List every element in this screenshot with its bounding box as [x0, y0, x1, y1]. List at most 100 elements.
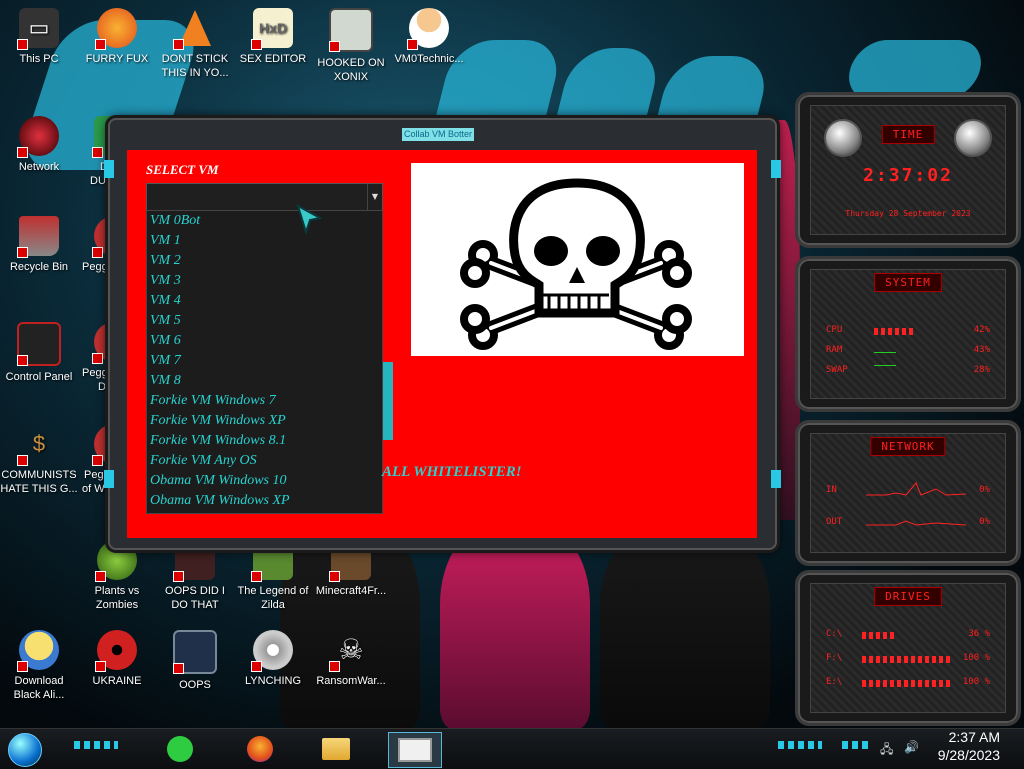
row-label: C:\ [826, 629, 843, 639]
network-tray-icon[interactable]: 🖧 [880, 740, 893, 761]
row-value: 28% [973, 365, 990, 375]
firefox-icon [95, 8, 137, 50]
vm-option[interactable]: VM 8 [147, 371, 382, 391]
desktop-icon-download-black[interactable]: Download Black Ali... [0, 630, 78, 702]
ram-row: RAM 43% [826, 345, 990, 359]
row-label: CPU [826, 325, 843, 335]
taskbar: 🖧 🔊 2:37 AM 9/28/2023 [0, 728, 1024, 769]
swap-bar [874, 365, 896, 366]
desktop-icon-oops[interactable]: OOPS [156, 630, 234, 692]
desktop-icon-furry-fux[interactable]: FURRY FUX [78, 8, 156, 66]
vm-option[interactable]: VM 0Bot [147, 211, 382, 231]
row-value: 0% [979, 485, 990, 495]
note-icon [167, 736, 193, 762]
desktop-icon-control-panel[interactable]: Control Panel [0, 322, 78, 384]
taskbar-clock-time[interactable]: 2:37 AM [949, 729, 1000, 745]
system-gadget: SYSTEM CPU 42% RAM 43% SWAP 28% [795, 256, 1021, 412]
desktop-icon-recycle-bin[interactable]: Recycle Bin [0, 216, 78, 274]
volume-icon[interactable]: 🔊 [904, 740, 919, 754]
vm-option[interactable]: Obama VM Windows 10 [147, 471, 382, 491]
obscured-button[interactable] [383, 362, 393, 440]
taskbar-firefox[interactable] [238, 732, 282, 766]
desktop-icon-communists[interactable]: $ COMMUNISTS HATE THIS G... [0, 424, 78, 496]
desktop-icon-zilda[interactable]: The Legend of Zilda [234, 540, 312, 612]
taskbar-notes-app[interactable] [158, 732, 202, 766]
drive-c-row: C:\ 36 % [826, 629, 990, 643]
alien-head-icon [824, 119, 862, 157]
network-icon [17, 116, 59, 158]
row-value: 42% [973, 325, 990, 335]
row-value: 100 % [962, 653, 990, 663]
recycle-bin-icon [17, 216, 59, 258]
desktop-icon-dont-stick[interactable]: DONT STICK THIS IN YO... [156, 8, 234, 80]
vm-option[interactable]: VM 5 [147, 311, 382, 331]
desktop-icon-this-pc[interactable]: ▭ This PC [0, 8, 78, 66]
skull-image-panel [411, 163, 744, 356]
vm-option[interactable]: VM 6 [147, 331, 382, 351]
desktop-icon-sex-editor[interactable]: HxD SEX EDITOR [234, 8, 312, 66]
collab-vm-botter-window[interactable]: Collab VM Botter SELECT VM ▼ VM 0Bot VM … [104, 118, 781, 550]
star-butterfly-icon [17, 630, 59, 672]
desktop-icon-ukraine[interactable]: UKRAINE [78, 630, 156, 688]
row-label: RAM [826, 345, 843, 355]
whitelister-label: ALL WHITELISTER! [382, 464, 522, 480]
desktop-icon-network[interactable]: Network [0, 116, 78, 174]
taskbar-collab-vm-botter[interactable] [388, 732, 442, 768]
drives-gadget: DRIVES C:\ 36 % F:\ 100 % E:\ 100 % [795, 570, 1021, 726]
doctor-icon [407, 8, 449, 50]
network-gadget: NETWORK IN 0% OUT 0% [795, 420, 1021, 566]
taskbar-deco [842, 741, 872, 749]
vm-option[interactable]: VM 2 [147, 251, 382, 271]
vm-select-dropdown[interactable]: ▼ [146, 183, 383, 211]
start-button[interactable] [8, 733, 42, 767]
vm-option[interactable]: VM 7 [147, 351, 382, 371]
desktop-icon-lynching[interactable]: LYNCHING [234, 630, 312, 688]
folder-icon [322, 738, 350, 760]
drive-bar [862, 632, 894, 639]
vm-option[interactable]: Forkie VM Windows 7 [147, 391, 382, 411]
wallpaper-figure [600, 520, 770, 728]
network-in-graph [866, 482, 966, 496]
icon-label: Download Black Ali... [13, 675, 65, 701]
desktop-icon-plants-vs-zombies[interactable]: Plants vs Zombies [78, 540, 156, 612]
vm-option[interactable]: Forkie VM Any OS [147, 451, 382, 471]
row-label: SWAP [826, 365, 848, 375]
chevron-down-icon[interactable]: ▼ [367, 184, 382, 210]
desktop-icon-hooked-on-xonix[interactable]: HOOKED ON XONIX [312, 8, 390, 84]
row-value: 0% [979, 517, 990, 527]
skull-icon: ☠ [329, 630, 371, 672]
vm-option[interactable]: Forkie VM Windows XP [147, 411, 382, 431]
radiation-icon [95, 630, 137, 672]
wallpaper-letter [842, 40, 988, 100]
taskbar-clock-date[interactable]: 9/28/2023 [938, 747, 1000, 763]
icon-label: COMMUNISTS HATE THIS G... [0, 469, 78, 495]
taskbar-file-explorer[interactable] [314, 732, 358, 766]
vm-options-list[interactable]: VM 0Bot VM 1 VM 2 VM 3 VM 4 VM 5 VM 6 VM… [146, 210, 383, 514]
row-value: 100 % [962, 677, 990, 687]
row-value: 43% [973, 345, 990, 355]
desktop-icon-oops-did-i[interactable]: OOPS DID I DO THAT [156, 540, 234, 612]
icon-label: The Legend of Zilda [237, 585, 309, 611]
window-deco [771, 160, 781, 178]
system-title: SYSTEM [874, 273, 942, 292]
wallpaper-figure [440, 520, 590, 728]
desktop-icon-ransomware[interactable]: ☠ RansomWar... [312, 630, 390, 688]
row-label: E:\ [826, 677, 843, 687]
vm-option[interactable]: VM 3 [147, 271, 382, 291]
mouse-cursor-icon [296, 204, 322, 234]
icon-label: This PC [19, 53, 59, 65]
drive-f-row: F:\ 100 % [826, 653, 990, 667]
desktop-icon-vm0technic[interactable]: VM0Technic... [390, 8, 468, 66]
gadget-clock: 2:37:02 [863, 165, 953, 186]
monitor-icon [173, 630, 217, 674]
cpu-row: CPU 42% [826, 325, 990, 339]
traffic-cone-icon [173, 8, 215, 50]
icon-label: UKRAINE [92, 675, 142, 687]
vm-option[interactable]: VM 4 [147, 291, 382, 311]
gadget-date: Thursday 28 September 2023 [845, 209, 971, 218]
vm-option[interactable]: VM 1 [147, 231, 382, 251]
vm-option[interactable]: Forkie VM Windows 8.1 [147, 431, 382, 451]
window-content: SELECT VM ▼ VM 0Bot VM 1 VM 2 VM 3 VM 4 … [127, 150, 757, 538]
row-label: F:\ [826, 653, 843, 663]
vm-option[interactable]: Obama VM Windows XP [147, 491, 382, 511]
